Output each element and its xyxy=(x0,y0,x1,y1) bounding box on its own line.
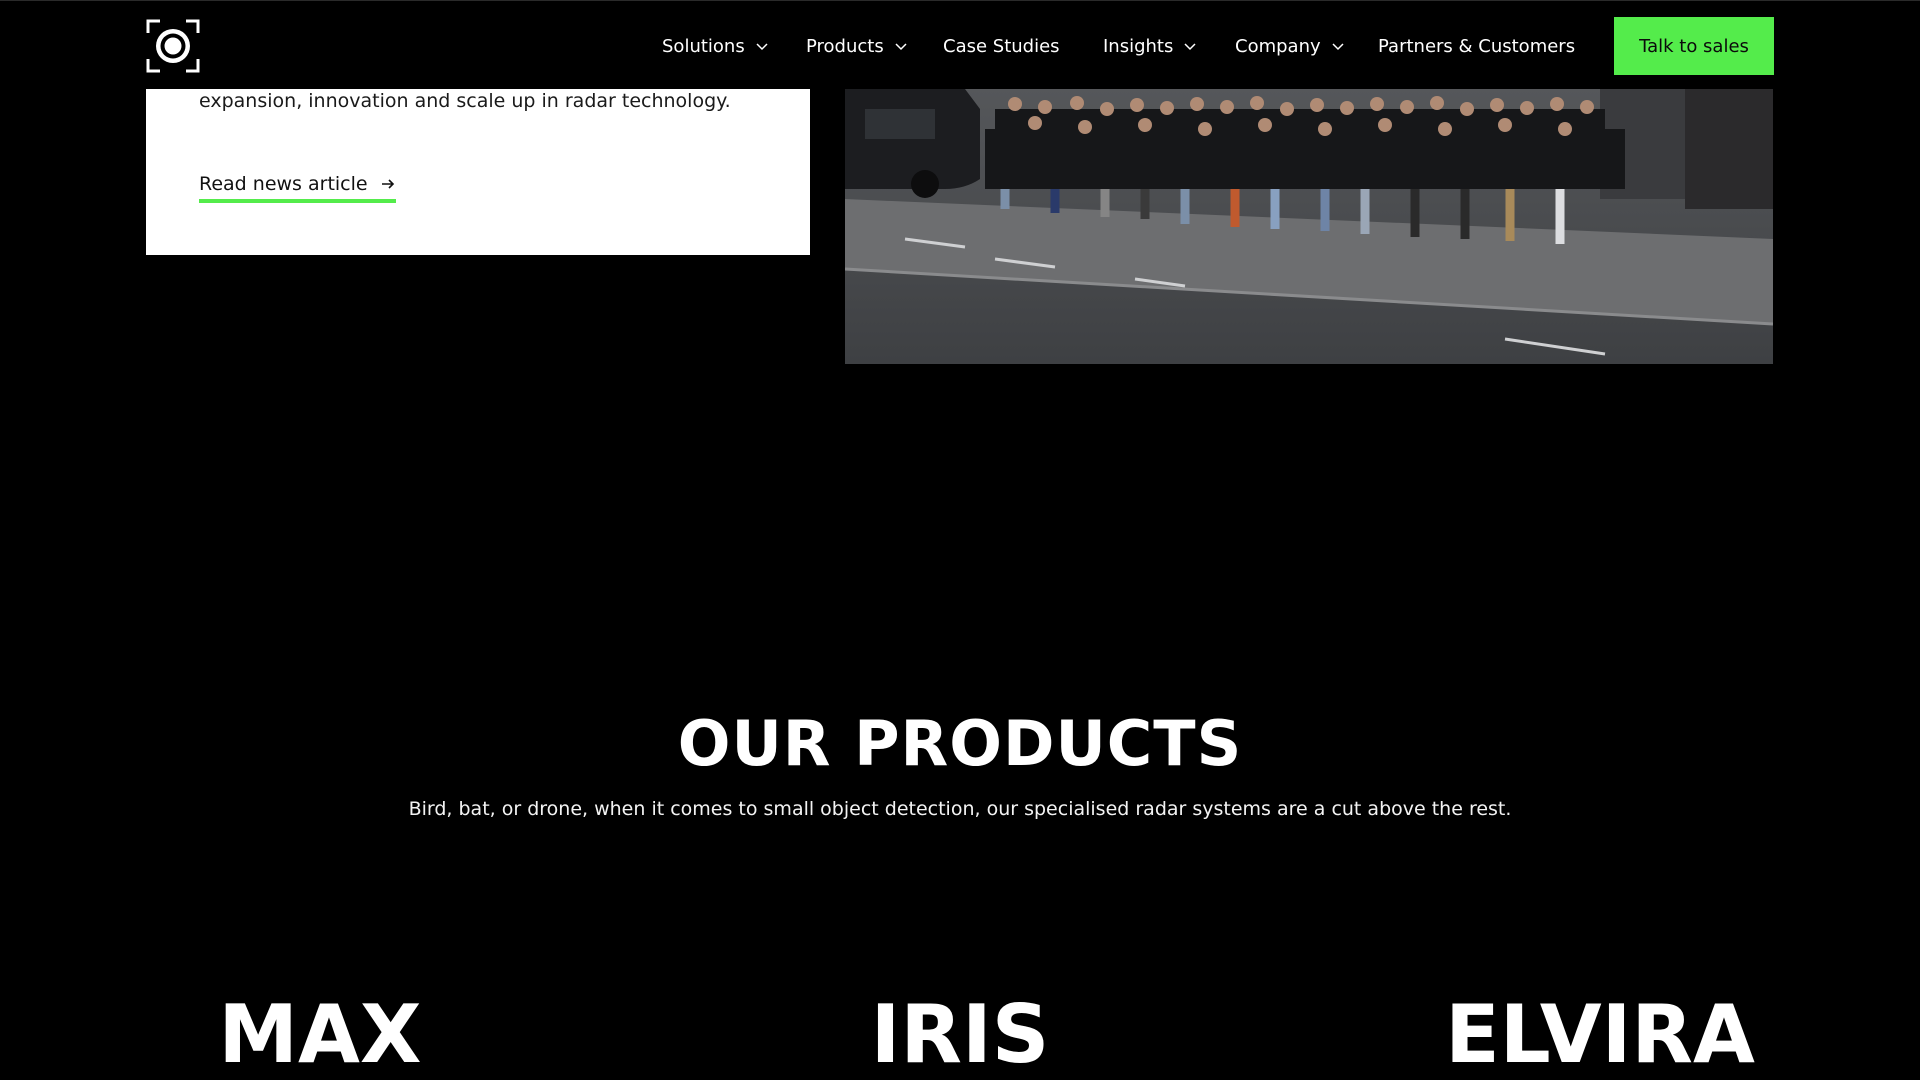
site-header: Solutions Products Case Studies Insights… xyxy=(0,0,1920,89)
product-iris[interactable]: IRIS xyxy=(640,990,1280,1080)
nav-item-label: Company xyxy=(1235,35,1321,57)
nav-item-company[interactable]: Company xyxy=(1235,32,1345,60)
read-news-article-link[interactable]: Read news article xyxy=(199,171,396,203)
nav-item-label: Solutions xyxy=(662,35,745,57)
radar-ring-logo[interactable] xyxy=(146,19,200,73)
chevron-down-icon xyxy=(895,43,907,51)
nav-item-label: Insights xyxy=(1103,35,1174,57)
products-subtitle: Bird, bat, or drone, when it comes to sm… xyxy=(408,798,1512,820)
nav-item-label: Products xyxy=(806,35,884,57)
products-heading: OUR PRODUCTS xyxy=(677,707,1243,780)
news-excerpt: expansion, innovation and scale up in ra… xyxy=(199,90,731,112)
product-elvira[interactable]: ELVIRA xyxy=(1280,990,1920,1080)
nav-item-case-studies[interactable]: Case Studies xyxy=(943,32,1060,60)
news-card: expansion, innovation and scale up in ra… xyxy=(146,89,810,255)
nav-item-solutions[interactable]: Solutions xyxy=(662,32,769,60)
nav-item-label: Partners & Customers xyxy=(1378,35,1576,57)
team-photo xyxy=(845,89,1773,364)
nav-item-insights[interactable]: Insights xyxy=(1103,32,1197,60)
chevron-down-icon xyxy=(1184,43,1196,51)
chevron-down-icon xyxy=(1332,43,1344,51)
nav-item-products[interactable]: Products xyxy=(806,32,908,60)
page: Solutions Products Case Studies Insights… xyxy=(0,0,1920,1080)
nav-item-label: Case Studies xyxy=(943,35,1060,57)
arrow-right-icon xyxy=(381,179,394,189)
read-news-article-label: Read news article xyxy=(199,173,368,195)
nav-item-partners-customers[interactable]: Partners & Customers xyxy=(1378,32,1575,60)
product-max[interactable]: MAX xyxy=(0,990,640,1080)
team-photo-illustration xyxy=(845,89,1773,364)
talk-to-sales-button[interactable]: Talk to sales xyxy=(1614,17,1774,75)
chevron-down-icon xyxy=(756,43,768,51)
